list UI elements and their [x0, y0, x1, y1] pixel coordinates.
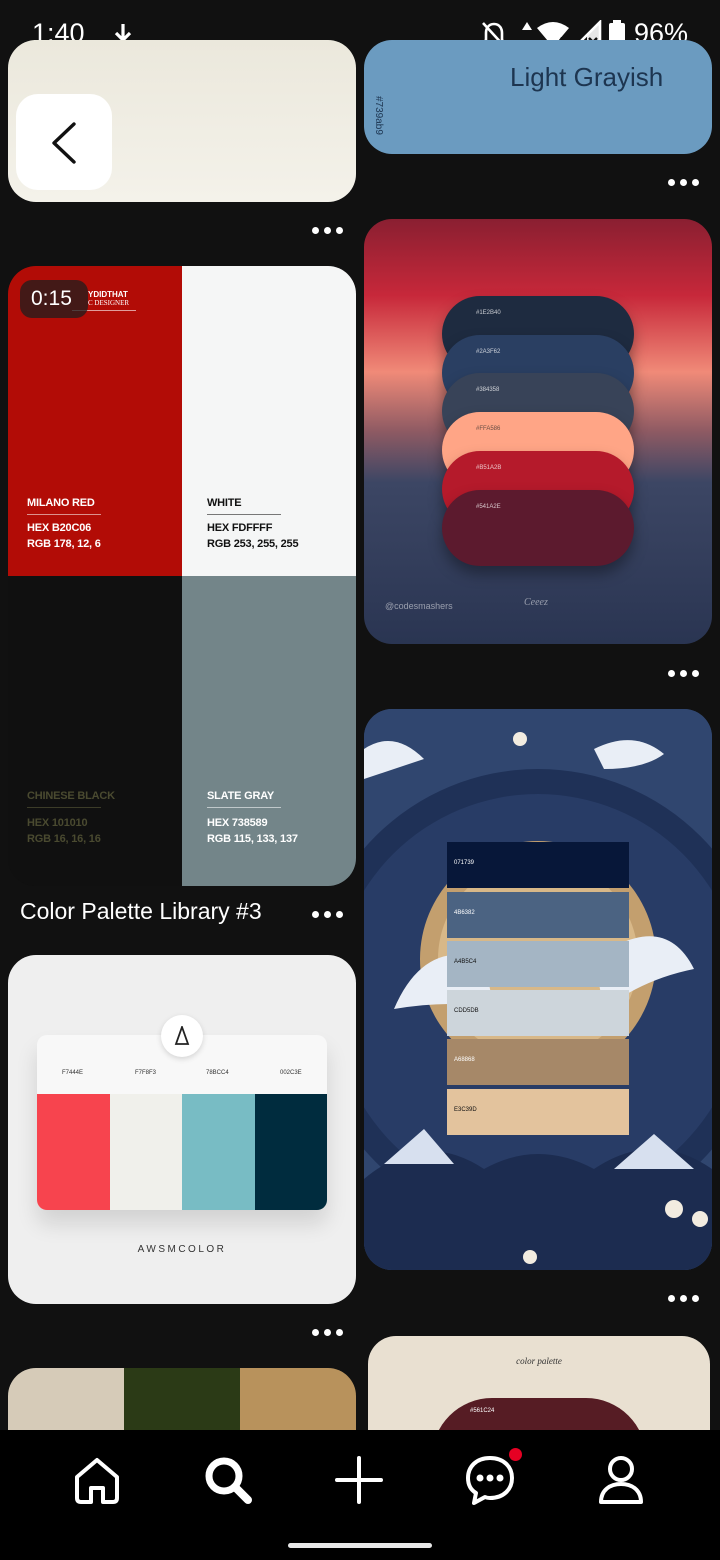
color-name: CHINESE BLACK	[27, 790, 115, 802]
pill-label: #FFA586	[476, 426, 501, 432]
color-swatch: A4B5C4	[447, 941, 629, 987]
color-rgb: RGB 178, 12, 6	[27, 538, 101, 550]
color-rgb: RGB 253, 255, 255	[207, 538, 299, 550]
more-options-button[interactable]	[312, 1328, 346, 1338]
color-swatch	[110, 1094, 182, 1210]
label-divider	[27, 514, 101, 515]
color-swatch: A68868	[447, 1039, 629, 1085]
more-options-button[interactable]	[668, 1294, 702, 1304]
more-options-button[interactable]	[668, 178, 702, 188]
pin-card-light-grayish[interactable]: Light Grayish #739ab9	[364, 40, 712, 154]
swatch-label: 78BCC4	[206, 1070, 229, 1076]
swatch-label: A4B5C4	[454, 959, 477, 965]
color-name: MILANO RED	[27, 497, 95, 509]
swatch-label: A68868	[454, 1057, 475, 1063]
color-swatch	[37, 1094, 110, 1210]
color-pill: #541A2E	[442, 490, 634, 566]
swatch-label: CDD5DB	[454, 1008, 479, 1014]
color-rgb: RGB 115, 133, 137	[207, 833, 298, 845]
awsm-logo	[161, 1015, 203, 1057]
brand-text: AWSMCOLOR	[137, 1244, 227, 1255]
home-icon	[75, 1458, 119, 1504]
search-tab[interactable]	[198, 1450, 258, 1510]
color-swatch: 071739	[447, 842, 629, 888]
color-name: WHITE	[207, 497, 242, 509]
color-name: SLATE GRAY	[207, 790, 275, 802]
video-duration-badge: 0:15	[20, 280, 88, 318]
profile-tab[interactable]	[591, 1450, 651, 1510]
script-title: color palette	[516, 1356, 562, 1366]
pill-label: #1E2B40	[476, 310, 501, 316]
messages-tab[interactable]	[460, 1448, 522, 1510]
card-title-text: Light Grayish	[510, 62, 664, 92]
pin-card-gradient-pills[interactable]: #1E2B40 #2A3F62 #384358 #FFA586 #B51A2B …	[364, 219, 712, 644]
pill-label: #384358	[476, 387, 500, 393]
brand-line-2: C DESIGNER	[88, 299, 130, 307]
signature-text: Ceeez	[524, 597, 548, 608]
color-hex: HEX 101010	[27, 817, 88, 829]
pill-label: #541A2E	[476, 504, 501, 510]
create-tab[interactable]	[329, 1450, 389, 1510]
plus-icon	[335, 1456, 383, 1504]
swatch-label: 4B6382	[454, 910, 475, 916]
profile-icon	[599, 1456, 643, 1504]
color-swatch: CDD5DB	[447, 990, 629, 1036]
color-hex: HEX B20C06	[27, 522, 92, 534]
pin-card-video-palette[interactable]: YDIDTHAT C DESIGNER 0:15 MILANO RED HEX …	[8, 266, 356, 886]
swatch-label: #561C24	[470, 1408, 495, 1414]
more-options-button[interactable]	[668, 669, 702, 679]
label-divider	[207, 514, 281, 515]
pin-card-awsm-palette[interactable]: F7444E F7F8F3 78BCC4 002C3E AWSMCOLOR	[8, 955, 356, 1304]
brand-line-1: YDIDTHAT	[88, 290, 128, 299]
color-swatch	[255, 1094, 327, 1210]
color-swatch: E3C39D	[447, 1089, 629, 1135]
card-hex-text: #739ab9	[373, 96, 384, 135]
more-options-button[interactable]	[312, 910, 346, 920]
chevron-left-icon	[52, 122, 76, 164]
notification-dot	[509, 1448, 522, 1461]
color-swatch	[182, 1094, 255, 1210]
color-swatch: 4B6382	[447, 892, 629, 938]
label-divider	[207, 807, 281, 808]
more-options-button[interactable]	[312, 226, 346, 236]
home-tab[interactable]	[67, 1450, 127, 1510]
credit-text: @codesmashers	[385, 601, 453, 611]
back-button[interactable]	[16, 94, 112, 190]
pill-label: #2A3F62	[476, 349, 501, 355]
swatch-label: F7444E	[62, 1070, 84, 1076]
swatch-label: E3C39D	[454, 1107, 477, 1113]
color-hex: HEX FDFFFF	[207, 522, 273, 534]
home-gesture-bar[interactable]	[288, 1543, 432, 1548]
label-divider	[27, 807, 101, 808]
color-hex: HEX 738589	[207, 817, 268, 829]
swatch-label: F7F8F3	[135, 1070, 157, 1076]
pin-card-crane-palette[interactable]: 071739 4B6382 A4B5C4 CDD5DB A68868 E3C39…	[364, 709, 712, 1270]
pill-label: #B51A2B	[476, 465, 502, 471]
swatch-label: 071739	[454, 860, 475, 866]
swatch-label: 002C3E	[280, 1070, 302, 1076]
pin-title[interactable]: Color Palette Library #3	[20, 898, 262, 925]
search-icon	[205, 1457, 252, 1504]
triangle-logo-icon	[174, 1026, 190, 1045]
video-duration: 0:15	[31, 287, 72, 310]
color-rgb: RGB 16, 16, 16	[27, 833, 101, 845]
